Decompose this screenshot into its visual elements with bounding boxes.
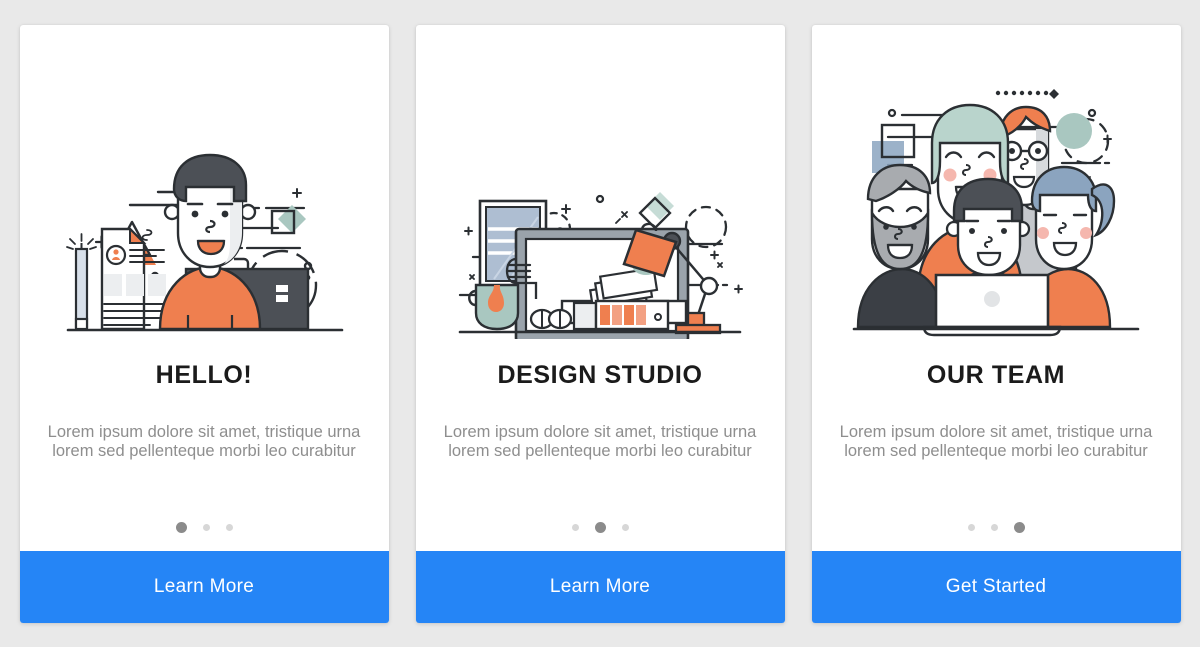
dot-3[interactable] — [621, 523, 629, 531]
dot-2[interactable] — [202, 523, 210, 531]
onboarding-card-our-team[interactable]: OUR TEAM Lorem ipsum dolore sit amet, tr… — [811, 24, 1181, 623]
get-started-button[interactable]: Get Started — [811, 550, 1181, 623]
learn-more-button[interactable]: Learn More — [19, 550, 389, 623]
card-title: HELLO! — [155, 360, 253, 389]
onboarding-carousel: HELLO! Lorem ipsum dolore sit amet, tris… — [0, 0, 1200, 647]
pagination-dots[interactable] — [812, 521, 1181, 533]
onboarding-card-hello[interactable]: HELLO! Lorem ipsum dolore sit amet, tris… — [19, 24, 389, 623]
dot-1[interactable] — [175, 521, 187, 533]
card-description: Lorem ipsum dolore sit amet, tristique u… — [47, 422, 361, 460]
card-description: Lorem ipsum dolore sit amet, tristique u… — [839, 422, 1153, 460]
desk-workspace-illustration — [416, 25, 785, 343]
dot-3[interactable] — [1013, 521, 1025, 533]
pagination-dots[interactable] — [416, 521, 785, 533]
dot-1[interactable] — [967, 523, 975, 531]
card-description: Lorem ipsum dolore sit amet, tristique u… — [443, 422, 757, 460]
card-title: OUR TEAM — [926, 360, 1066, 389]
team-group-illustration — [812, 25, 1181, 343]
dot-3[interactable] — [225, 523, 233, 531]
card-title: DESIGN STUDIO — [497, 360, 703, 389]
dot-1[interactable] — [571, 523, 579, 531]
pagination-dots[interactable] — [20, 521, 389, 533]
onboarding-card-design-studio[interactable]: DESIGN STUDIO Lorem ipsum dolore sit ame… — [415, 24, 785, 623]
person-with-resume-and-briefcase-illustration — [20, 25, 389, 343]
learn-more-button[interactable]: Learn More — [415, 550, 785, 623]
dot-2[interactable] — [990, 523, 998, 531]
dot-2[interactable] — [594, 521, 606, 533]
